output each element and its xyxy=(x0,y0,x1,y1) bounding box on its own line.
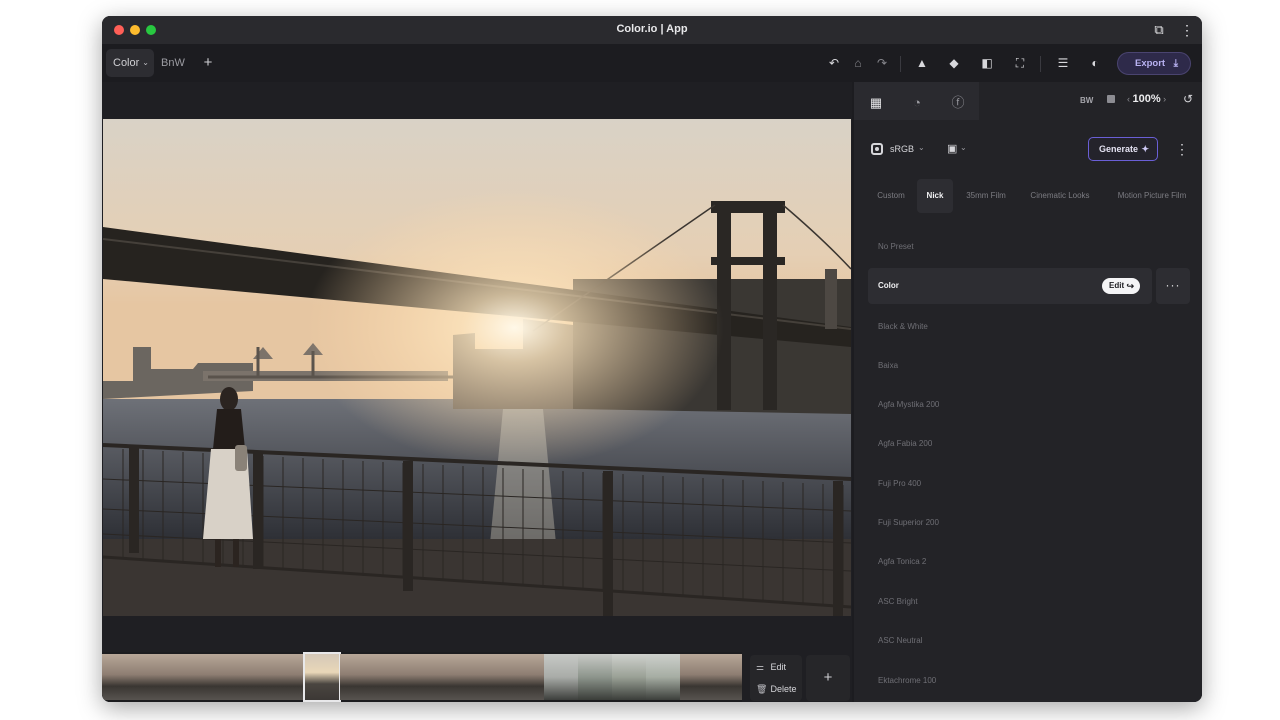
tab-bnw[interactable]: BnW xyxy=(161,49,193,77)
preset-item[interactable]: Baixa xyxy=(878,361,898,370)
filmstrip-thumb[interactable] xyxy=(374,654,408,700)
color-space-icon[interactable] xyxy=(871,143,883,155)
export-button[interactable]: Export ⤓ xyxy=(1117,52,1191,75)
filmstrip-thumb[interactable] xyxy=(408,654,442,700)
redo-icon[interactable]: ↷ xyxy=(872,53,892,73)
filmstrip-actions: ⚌ Edit 🗑 Delete xyxy=(750,655,802,701)
preset-more-button[interactable]: ··· xyxy=(1156,268,1190,304)
filmstrip-thumb[interactable] xyxy=(272,654,304,700)
adjust-icon[interactable]: ▦ xyxy=(858,88,894,118)
zoom-value: 100% xyxy=(1132,93,1161,105)
filmstrip-thumb[interactable] xyxy=(612,654,646,700)
filmstrip xyxy=(102,652,742,702)
filmstrip-edit-button[interactable]: ⚌ Edit xyxy=(756,657,786,677)
preset-active-label: Color xyxy=(878,281,899,290)
curves-icon[interactable]: ◔ xyxy=(899,88,935,118)
filmstrip-delete-label: Delete xyxy=(770,684,797,694)
zoom-in-icon[interactable]: › xyxy=(1161,94,1166,104)
layers-icon[interactable] xyxy=(1107,95,1115,103)
preset-item[interactable]: Fuji Superior 200 xyxy=(878,518,939,527)
filmstrip-thumb[interactable] xyxy=(646,654,680,700)
filmstrip-thumb-selected[interactable] xyxy=(303,652,341,702)
histogram-icon[interactable]: ▲ xyxy=(912,53,932,73)
menu-icon[interactable]: ☰ xyxy=(1053,53,1073,73)
tab-nick[interactable]: Nick xyxy=(917,179,953,213)
window-title: Color.io | App xyxy=(616,23,688,35)
filmstrip-thumb[interactable] xyxy=(578,654,612,700)
filmstrip-thumb[interactable] xyxy=(204,654,238,700)
chevron-down-icon[interactable]: ⌄ xyxy=(918,143,925,152)
generate-button[interactable]: Generate ✦ xyxy=(1088,137,1158,161)
filmstrip-thumb[interactable] xyxy=(714,654,742,700)
preset-edit-button[interactable]: Edit ↪ xyxy=(1102,278,1140,294)
preset-item[interactable]: Agfa Mystika 200 xyxy=(878,400,939,409)
filmstrip-delete-button[interactable]: 🗑 Delete xyxy=(756,679,797,699)
trash-icon: 🗑 xyxy=(756,684,768,694)
eraser-icon[interactable]: ⌂ xyxy=(848,53,868,73)
filmstrip-thumb[interactable] xyxy=(476,654,510,700)
tab-custom[interactable]: Custom xyxy=(868,179,914,213)
tab-color-label: Color xyxy=(113,57,140,69)
preset-item[interactable]: Fuji Pro 400 xyxy=(878,479,921,488)
toolbar-divider xyxy=(900,56,901,72)
chevron-down-icon: ⌄ xyxy=(142,58,149,67)
filmstrip-thumb[interactable] xyxy=(510,654,544,700)
zoom-level[interactable]: ‹ 100% › xyxy=(1127,93,1166,105)
toolbar-divider xyxy=(1040,56,1041,72)
panel-more-icon[interactable]: ⋮ xyxy=(1175,138,1189,160)
filmstrip-thumb[interactable] xyxy=(136,654,170,700)
photo-image xyxy=(103,119,851,616)
add-tab-button[interactable]: + xyxy=(200,49,216,77)
filmstrip-edit-label: Edit xyxy=(770,662,787,672)
top-toolbar: Color ⌄ BnW + ↶ ⌂ ↷ ▲ ◆ ◧ ⛶ ☰ ◐ Export ⤓ xyxy=(102,44,1202,82)
tab-cinematic-looks[interactable]: Cinematic Looks xyxy=(1022,179,1098,213)
filmstrip-thumb[interactable] xyxy=(544,654,578,700)
bw-toggle[interactable]: BW xyxy=(1080,96,1093,105)
tab-motion-picture-film[interactable]: Motion Picture Film xyxy=(1106,179,1198,213)
display-icon[interactable]: ▣ xyxy=(947,142,957,155)
effects-icon[interactable]: ⓕ xyxy=(940,88,976,118)
generate-label: Generate xyxy=(1099,144,1139,154)
tab-color[interactable]: Color ⌄ xyxy=(106,49,154,77)
preset-item-active[interactable]: Color Edit ↪ xyxy=(868,268,1152,304)
image-viewer: ⚌ Edit 🗑 Delete + xyxy=(102,82,852,702)
cube-icon[interactable]: ◆ xyxy=(944,53,964,73)
app-window: Color.io | App ⧉ ⋮ Color ⌄ BnW + ↶ ⌂ ↷ ▲… xyxy=(102,16,1202,702)
window-menu-icon[interactable]: ⋮ xyxy=(1180,21,1194,39)
filmstrip-thumb[interactable] xyxy=(442,654,476,700)
color-space-label[interactable]: sRGB xyxy=(890,144,914,154)
add-image-button[interactable]: + xyxy=(806,655,850,701)
compare-icon[interactable]: ◧ xyxy=(977,53,997,73)
preset-item[interactable]: Black & White xyxy=(878,322,928,331)
palette-icon[interactable]: ◐ xyxy=(1085,53,1105,73)
filmstrip-thumb[interactable] xyxy=(170,654,204,700)
preset-item[interactable]: ASC Bright xyxy=(878,597,918,606)
preset-item[interactable]: No Preset xyxy=(878,242,914,251)
reset-icon[interactable]: ↺ xyxy=(1180,91,1196,107)
photo-canvas[interactable] xyxy=(103,119,851,616)
sparkle-icon: ✦ xyxy=(1141,144,1149,154)
filmstrip-thumb[interactable] xyxy=(102,654,136,700)
tab-35mm-film[interactable]: 35mm Film xyxy=(957,179,1015,213)
arrow-right-icon: ↪ xyxy=(1126,281,1134,291)
filmstrip-thumb[interactable] xyxy=(238,654,272,700)
title-bar: Color.io | App ⧉ ⋮ xyxy=(102,16,1202,44)
preset-edit-label: Edit xyxy=(1109,281,1125,290)
sliders-icon: ⚌ xyxy=(756,662,765,672)
preset-item[interactable]: Agfa Fabia 200 xyxy=(878,439,932,448)
filmstrip-thumb[interactable] xyxy=(340,654,374,700)
chevron-down-icon[interactable]: ⌄ xyxy=(960,143,967,152)
undo-icon[interactable]: ↶ xyxy=(824,53,844,73)
preset-item[interactable]: Ektachrome 100 xyxy=(878,676,936,685)
filmstrip-thumb[interactable] xyxy=(680,654,714,700)
preset-item[interactable]: Agfa Tonica 2 xyxy=(878,557,926,566)
export-label: Export xyxy=(1135,58,1166,69)
fit-screen-icon[interactable]: ⛶ xyxy=(1010,53,1030,73)
download-icon: ⤓ xyxy=(1173,58,1178,69)
preset-item[interactable]: ASC Neutral xyxy=(878,636,922,645)
extensions-icon[interactable]: ⧉ xyxy=(1150,21,1168,39)
looks-panel: ▦ ◔ ⓕ BW ‹ 100% › ↺ sRGB ⌄ ▣ ⌄ Generate … xyxy=(854,82,1202,702)
